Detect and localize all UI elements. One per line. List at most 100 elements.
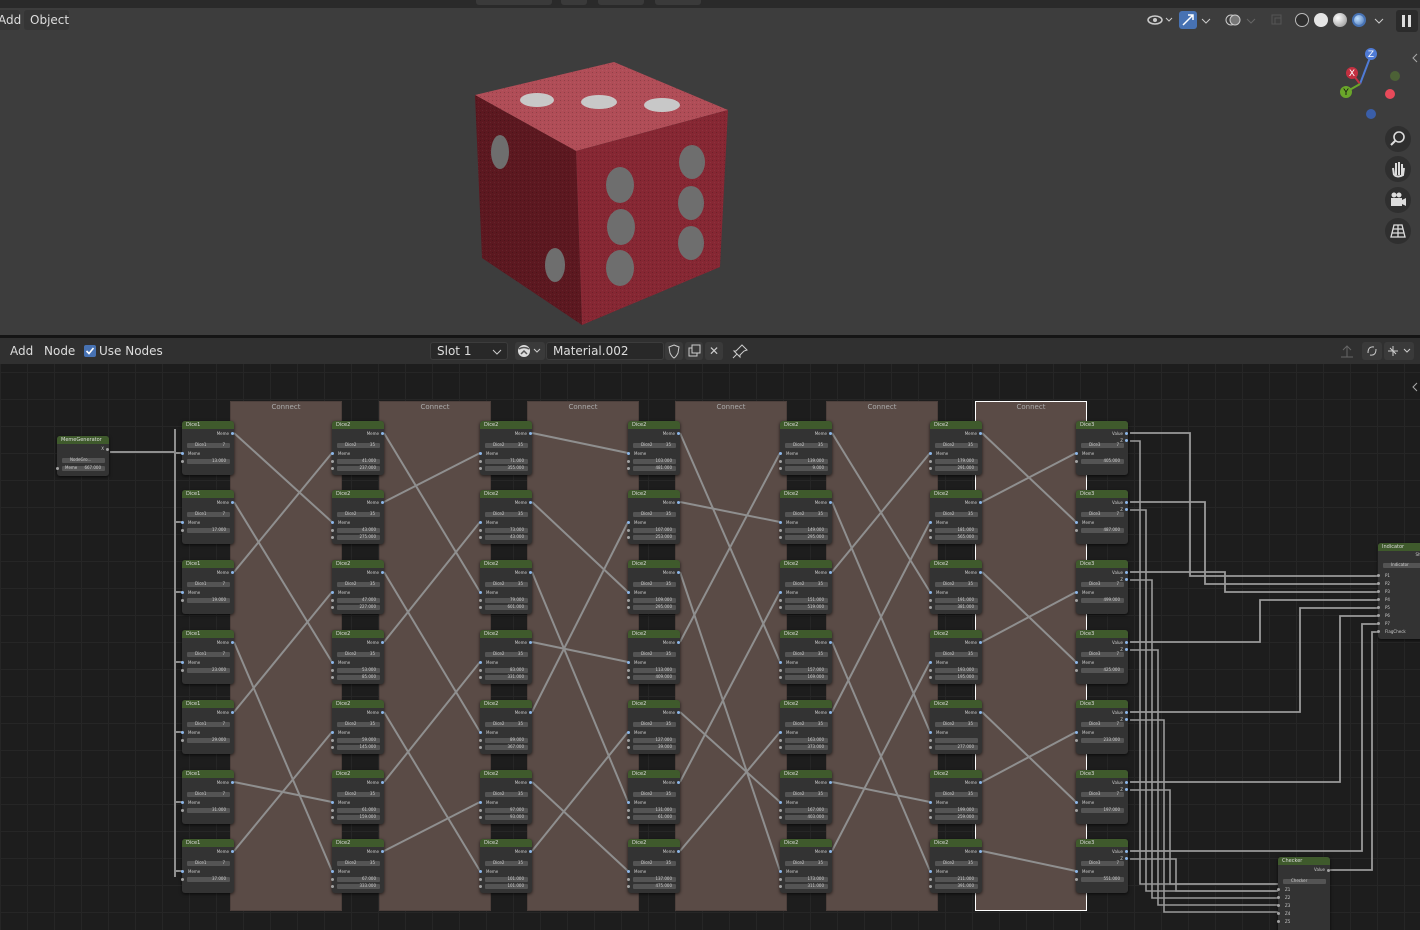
- node-socket[interactable]: [627, 870, 630, 873]
- node-value-field-a[interactable]: 31.000: [187, 807, 230, 813]
- dice-node[interactable]: Dice2 Meme Dice2 35 Meme 157.000 169.000: [779, 630, 832, 684]
- node-socket[interactable]: [627, 529, 630, 532]
- node-socket[interactable]: [331, 739, 334, 742]
- node-group-field[interactable]: Dice2 35: [633, 581, 676, 587]
- meme-generator-node[interactable]: MemeGenerator X NodeGro... Meme 667.000: [56, 436, 109, 476]
- node-socket[interactable]: [181, 452, 184, 455]
- dice-node[interactable]: Dice1 Meme Dice1 7 Meme 13.000: [181, 421, 234, 475]
- node-group-field[interactable]: Dice2 35: [633, 791, 676, 797]
- node-socket[interactable]: [479, 809, 482, 812]
- node-socket[interactable]: [979, 850, 982, 853]
- dice-object[interactable]: [0, 0, 1420, 335]
- node-socket[interactable]: [779, 739, 782, 742]
- node-socket[interactable]: [381, 781, 384, 784]
- node-value-field-a[interactable]: 193.000: [935, 667, 978, 673]
- node-socket[interactable]: [331, 591, 334, 594]
- node-socket[interactable]: [1125, 781, 1128, 784]
- dice-node[interactable]: Dice2 Meme Dice2 35 Meme 163.000 373.000: [779, 700, 832, 754]
- node-socket[interactable]: [627, 731, 630, 734]
- node-socket[interactable]: [779, 599, 782, 602]
- dice-node[interactable]: Dice3 Value Z Dice3 7 Meme 197.000: [1075, 770, 1128, 824]
- dice-node[interactable]: Dice2 Meme Dice2 35 Meme 83.000 331.000: [479, 630, 532, 684]
- node-socket[interactable]: [479, 878, 482, 881]
- node-socket[interactable]: [479, 746, 482, 749]
- node-socket[interactable]: [929, 467, 932, 470]
- node-editor-canvas[interactable]: Connect Connect Connect Connect Connect Conne…: [0, 364, 1420, 930]
- node-value-field-b[interactable]: 277.000: [935, 744, 978, 750]
- node-socket[interactable]: [627, 878, 630, 881]
- dice-node[interactable]: Dice2 Meme Dice2 35 Meme 211.000 391.000: [929, 839, 982, 893]
- node-group-field[interactable]: Dice2 35: [935, 791, 978, 797]
- node-socket[interactable]: [779, 661, 782, 664]
- dice-node[interactable]: Dice3 Value Z Dice3 7 Meme 233.000: [1075, 700, 1128, 754]
- node-socket[interactable]: [1327, 869, 1330, 872]
- node-socket[interactable]: [929, 669, 932, 672]
- node-socket[interactable]: [1075, 809, 1078, 812]
- node-value-field-a[interactable]: 71.000: [485, 458, 528, 464]
- node-value-field-a[interactable]: 41.000: [337, 458, 380, 464]
- node-group-field[interactable]: Dice2 35: [785, 511, 828, 517]
- dice-node[interactable]: Dice2 Meme Dice2 35 Meme 79.000 601.000: [479, 560, 532, 614]
- node-group-field[interactable]: Dice2 35: [785, 860, 828, 866]
- node-socket[interactable]: [231, 781, 234, 784]
- node-socket[interactable]: [929, 599, 932, 602]
- node-socket[interactable]: [381, 501, 384, 504]
- node-socket[interactable]: [829, 711, 832, 714]
- node-socket[interactable]: [181, 460, 184, 463]
- node-socket[interactable]: [779, 885, 782, 888]
- node-group-field[interactable]: Dice2 35: [485, 721, 528, 727]
- node-group-field[interactable]: NodeGro...: [62, 457, 105, 463]
- node-socket[interactable]: [1075, 731, 1078, 734]
- node-socket[interactable]: [1377, 582, 1380, 585]
- node-socket[interactable]: [979, 781, 982, 784]
- node-group-field[interactable]: Dice2 35: [337, 651, 380, 657]
- node-socket[interactable]: [929, 661, 932, 664]
- dice-node[interactable]: Dice2 Meme Dice2 35 Meme 89.000 367.000: [479, 700, 532, 754]
- node-socket[interactable]: [627, 521, 630, 524]
- node-socket[interactable]: [529, 641, 532, 644]
- node-socket[interactable]: [181, 661, 184, 664]
- node-socket[interactable]: [1075, 452, 1078, 455]
- node-socket[interactable]: [1125, 439, 1128, 442]
- dice-node[interactable]: Dice2 Meme Dice2 35 Meme 103.000 481.000: [627, 421, 680, 475]
- node-socket[interactable]: [677, 641, 680, 644]
- node-socket[interactable]: [1075, 599, 1078, 602]
- node-socket[interactable]: [627, 599, 630, 602]
- node-value-field-a[interactable]: 139.000: [785, 458, 828, 464]
- node-socket[interactable]: [779, 816, 782, 819]
- node-socket[interactable]: [1075, 529, 1078, 532]
- node-socket[interactable]: [181, 599, 184, 602]
- node-socket[interactable]: [1075, 591, 1078, 594]
- node-socket[interactable]: [529, 850, 532, 853]
- node-value-field-a[interactable]: 233.000: [1081, 737, 1124, 743]
- node-value-field-a[interactable]: 137.000: [633, 876, 676, 882]
- node-socket[interactable]: [1075, 878, 1078, 881]
- node-value-field-a[interactable]: 113.000: [633, 667, 676, 673]
- node-socket[interactable]: [1125, 571, 1128, 574]
- node-socket[interactable]: [181, 801, 184, 804]
- node-value-field-b[interactable]: 311.000: [785, 883, 828, 889]
- node-value-field-a[interactable]: 151.000: [785, 597, 828, 603]
- node-value-field-a[interactable]: 197.000: [1081, 807, 1124, 813]
- node-group-field[interactable]: Dice2 35: [633, 442, 676, 448]
- node-socket[interactable]: [1125, 432, 1128, 435]
- node-value-field-b[interactable]: 475.000: [633, 883, 676, 889]
- node-group-field[interactable]: Dice3 7: [1081, 721, 1124, 727]
- node-group-field[interactable]: Dice1 7: [187, 721, 230, 727]
- node-value-field-a[interactable]: 29.000: [187, 737, 230, 743]
- dice-node[interactable]: Dice2 Meme Dice2 35 Meme 277.000: [929, 700, 982, 754]
- node-group-field[interactable]: Dice2 35: [633, 860, 676, 866]
- node-socket[interactable]: [529, 501, 532, 504]
- node-socket[interactable]: [979, 641, 982, 644]
- node-socket[interactable]: [779, 452, 782, 455]
- dice-node[interactable]: Dice2 Meme Dice2 35 Meme 191.000 381.000: [929, 560, 982, 614]
- node-group-field[interactable]: Dice2 35: [935, 511, 978, 517]
- node-socket[interactable]: [479, 467, 482, 470]
- dice-node[interactable]: Dice1 Meme Dice1 7 Meme 17.000: [181, 490, 234, 544]
- node-value-field-a[interactable]: 425.000: [1081, 667, 1124, 673]
- node-socket[interactable]: [829, 501, 832, 504]
- node-socket[interactable]: [1377, 598, 1380, 601]
- node-socket[interactable]: [979, 432, 982, 435]
- node-socket[interactable]: [181, 529, 184, 532]
- node-value-field-a[interactable]: 23.000: [187, 667, 230, 673]
